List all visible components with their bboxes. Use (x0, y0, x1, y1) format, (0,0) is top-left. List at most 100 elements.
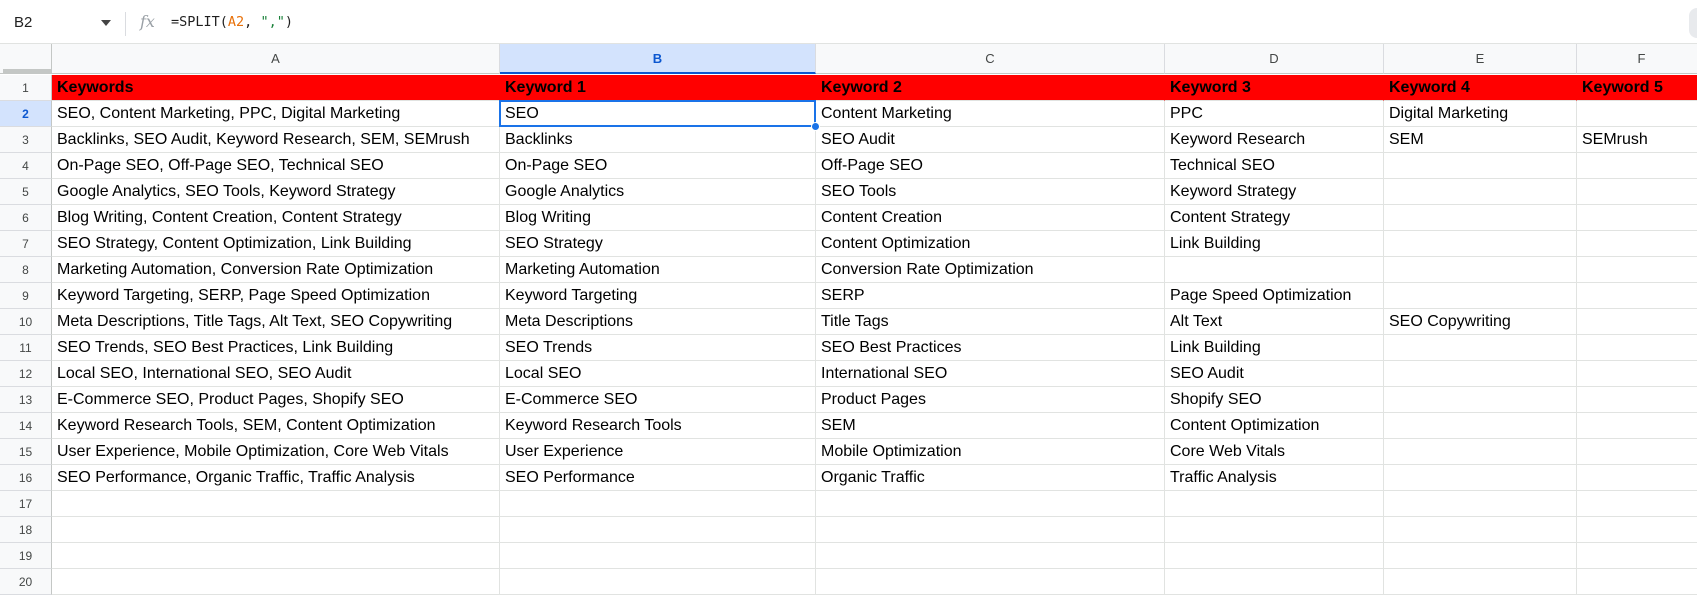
cell-a4[interactable]: On-Page SEO, Off-Page SEO, Technical SEO (52, 153, 500, 179)
cell-e9[interactable] (1384, 283, 1577, 309)
cell-e5[interactable] (1384, 179, 1577, 205)
cell-a9[interactable]: Keyword Targeting, SERP, Page Speed Opti… (52, 283, 500, 309)
column-header-a[interactable]: A (52, 44, 500, 74)
cell-c5[interactable]: SEO Tools (816, 179, 1165, 205)
cell-e20[interactable] (1384, 569, 1577, 595)
cell-e3[interactable]: SEM (1384, 127, 1577, 153)
cell-b4[interactable]: On-Page SEO (500, 153, 816, 179)
cell-d5[interactable]: Keyword Strategy (1165, 179, 1384, 205)
cell-b2[interactable]: SEO (500, 101, 816, 127)
cell-f13[interactable] (1577, 387, 1697, 413)
cell-c3[interactable]: SEO Audit (816, 127, 1165, 153)
cell-d14[interactable]: Content Optimization (1165, 413, 1384, 439)
fill-handle[interactable] (811, 122, 820, 131)
cell-d16[interactable]: Traffic Analysis (1165, 465, 1384, 491)
column-header-f[interactable]: F (1577, 44, 1697, 74)
chevron-down-icon[interactable] (101, 20, 111, 26)
row-header-17[interactable]: 17 (0, 491, 52, 517)
cell-e19[interactable] (1384, 543, 1577, 569)
cell-e2[interactable]: Digital Marketing (1384, 101, 1577, 127)
cell-a14[interactable]: Keyword Research Tools, SEM, Content Opt… (52, 413, 500, 439)
cell-c20[interactable] (816, 569, 1165, 595)
cell-f6[interactable] (1577, 205, 1697, 231)
cell-b18[interactable] (500, 517, 816, 543)
cell-d3[interactable]: Keyword Research (1165, 127, 1384, 153)
cell-e6[interactable] (1384, 205, 1577, 231)
cell-c12[interactable]: International SEO (816, 361, 1165, 387)
cell-f20[interactable] (1577, 569, 1697, 595)
cell-c17[interactable] (816, 491, 1165, 517)
cell-f10[interactable] (1577, 309, 1697, 335)
cell-c14[interactable]: SEM (816, 413, 1165, 439)
cell-c13[interactable]: Product Pages (816, 387, 1165, 413)
cell-b11[interactable]: SEO Trends (500, 335, 816, 361)
cell-c4[interactable]: Off-Page SEO (816, 153, 1165, 179)
cell-f7[interactable] (1577, 231, 1697, 257)
cell-e11[interactable] (1384, 335, 1577, 361)
row-header-14[interactable]: 14 (0, 413, 52, 439)
cell-f17[interactable] (1577, 491, 1697, 517)
cell-c19[interactable] (816, 543, 1165, 569)
cell-a19[interactable] (52, 543, 500, 569)
row-header-18[interactable]: 18 (0, 517, 52, 543)
cell-a1[interactable]: Keywords (52, 75, 500, 101)
cell-b7[interactable]: SEO Strategy (500, 231, 816, 257)
cell-a13[interactable]: E-Commerce SEO, Product Pages, Shopify S… (52, 387, 500, 413)
cell-c6[interactable]: Content Creation (816, 205, 1165, 231)
cell-c16[interactable]: Organic Traffic (816, 465, 1165, 491)
row-header-11[interactable]: 11 (0, 335, 52, 361)
cell-d7[interactable]: Link Building (1165, 231, 1384, 257)
row-header-15[interactable]: 15 (0, 439, 52, 465)
row-header-8[interactable]: 8 (0, 257, 52, 283)
cell-e4[interactable] (1384, 153, 1577, 179)
cell-f8[interactable] (1577, 257, 1697, 283)
row-header-2[interactable]: 2 (0, 101, 52, 127)
cell-c9[interactable]: SERP (816, 283, 1165, 309)
cell-b9[interactable]: Keyword Targeting (500, 283, 816, 309)
cell-e13[interactable] (1384, 387, 1577, 413)
cell-e10[interactable]: SEO Copywriting (1384, 309, 1577, 335)
cell-d20[interactable] (1165, 569, 1384, 595)
cell-c11[interactable]: SEO Best Practices (816, 335, 1165, 361)
cell-f2[interactable] (1577, 101, 1697, 127)
column-header-d[interactable]: D (1165, 44, 1384, 74)
cell-f4[interactable] (1577, 153, 1697, 179)
cell-d9[interactable]: Page Speed Optimization (1165, 283, 1384, 309)
cell-f15[interactable] (1577, 439, 1697, 465)
row-header-10[interactable]: 10 (0, 309, 52, 335)
cell-d4[interactable]: Technical SEO (1165, 153, 1384, 179)
cell-d10[interactable]: Alt Text (1165, 309, 1384, 335)
cell-c2[interactable]: Content Marketing (816, 101, 1165, 127)
cell-b10[interactable]: Meta Descriptions (500, 309, 816, 335)
row-header-13[interactable]: 13 (0, 387, 52, 413)
cell-e16[interactable] (1384, 465, 1577, 491)
column-header-e[interactable]: E (1384, 44, 1577, 74)
cell-b15[interactable]: User Experience (500, 439, 816, 465)
cell-c8[interactable]: Conversion Rate Optimization (816, 257, 1165, 283)
cell-b1[interactable]: Keyword 1 (500, 75, 816, 101)
cell-f19[interactable] (1577, 543, 1697, 569)
cell-a11[interactable]: SEO Trends, SEO Best Practices, Link Bui… (52, 335, 500, 361)
row-header-19[interactable]: 19 (0, 543, 52, 569)
cell-d6[interactable]: Content Strategy (1165, 205, 1384, 231)
row-header-5[interactable]: 5 (0, 179, 52, 205)
cell-a2[interactable]: SEO, Content Marketing, PPC, Digital Mar… (52, 101, 500, 127)
column-header-b[interactable]: B (500, 44, 816, 74)
cell-b13[interactable]: E-Commerce SEO (500, 387, 816, 413)
cell-e12[interactable] (1384, 361, 1577, 387)
cell-e1[interactable]: Keyword 4 (1384, 75, 1577, 101)
cell-b12[interactable]: Local SEO (500, 361, 816, 387)
cell-e7[interactable] (1384, 231, 1577, 257)
cell-a8[interactable]: Marketing Automation, Conversion Rate Op… (52, 257, 500, 283)
cell-a12[interactable]: Local SEO, International SEO, SEO Audit (52, 361, 500, 387)
cell-a5[interactable]: Google Analytics, SEO Tools, Keyword Str… (52, 179, 500, 205)
cell-a6[interactable]: Blog Writing, Content Creation, Content … (52, 205, 500, 231)
row-header-1[interactable]: 1 (0, 75, 52, 101)
cell-d12[interactable]: SEO Audit (1165, 361, 1384, 387)
cell-a7[interactable]: SEO Strategy, Content Optimization, Link… (52, 231, 500, 257)
select-all-corner[interactable] (0, 44, 52, 74)
cell-e17[interactable] (1384, 491, 1577, 517)
cell-f1[interactable]: Keyword 5 (1577, 75, 1697, 101)
cell-f5[interactable] (1577, 179, 1697, 205)
column-header-c[interactable]: C (816, 44, 1165, 74)
